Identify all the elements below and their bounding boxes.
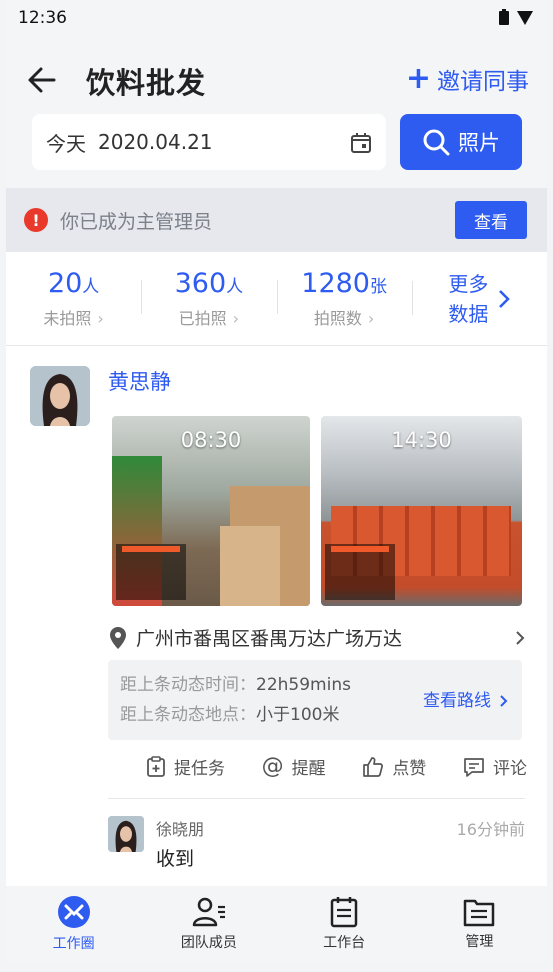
stat-not-photographed[interactable]: 20人 未拍照 › (6, 268, 141, 329)
chevron-right-icon: › (367, 309, 375, 328)
divider (108, 798, 525, 799)
at-icon: @ (261, 754, 284, 779)
post-location[interactable]: 广州市番禺区番禺万达广场万达 (110, 624, 525, 651)
invite-colleague-button[interactable]: + 邀请同事 (406, 62, 529, 96)
like-icon (363, 756, 384, 777)
poster-name[interactable]: 黄思静 (108, 366, 171, 396)
back-button[interactable] (24, 62, 60, 98)
chevron-right-icon (516, 630, 525, 645)
avatar[interactable] (30, 366, 90, 426)
page-title: 饮料批发 (86, 66, 207, 100)
remind-button[interactable]: @ 提醒 (262, 754, 326, 779)
view-route-link[interactable]: 查看路线 (423, 686, 508, 716)
photo-search-button[interactable]: 照片 (400, 114, 522, 170)
stat-photographed[interactable]: 360人 已拍照 › (141, 268, 276, 329)
bottom-tab-bar: 工作圈 团队成员 工作台 管理 (6, 886, 547, 962)
manage-icon (464, 899, 495, 927)
like-button[interactable]: 点赞 (362, 754, 426, 779)
search-icon (423, 129, 450, 156)
stats-row: 20人 未拍照 › 360人 已拍照 › 1280张 拍照数 › 更多 数据 (6, 252, 547, 346)
avatar-portrait (108, 816, 144, 852)
notice-view-button[interactable]: 查看 (455, 201, 527, 239)
status-icons (499, 9, 533, 25)
app-frame: 12:36 饮料批发 + 邀请同事 今天 2020.04.21 照片 ! 你已成… (6, 0, 547, 962)
warning-icon: ! (24, 208, 48, 232)
post-photo[interactable]: 14:30 (321, 416, 522, 606)
more-data-link[interactable]: 更多 数据 (411, 269, 547, 329)
date-value: 2020.04.21 (98, 130, 213, 154)
stat-value: 360人 (174, 268, 244, 299)
notice-text: 你已成为主管理员 (60, 210, 213, 233)
invite-label: 邀请同事 (437, 69, 529, 95)
photo-time: 14:30 (391, 428, 452, 452)
location-pin-icon (110, 626, 126, 649)
back-arrow-icon (28, 67, 56, 93)
chevron-right-icon (499, 289, 511, 308)
stat-value: 20人 (47, 268, 100, 299)
more-data-line2: 数据 (448, 301, 489, 326)
status-bar: 12:36 (6, 0, 547, 36)
tab-workbench[interactable]: 工作台 (277, 886, 412, 962)
photo-time: 08:30 (180, 428, 242, 452)
location-text: 广州市番禺区番禺万达广场万达 (136, 628, 403, 650)
photo-button-label: 照片 (458, 131, 500, 155)
tab-work-circle[interactable]: 工作圈 (6, 886, 141, 962)
plus-icon: + (405, 61, 431, 96)
post-actions: 提任务 @ 提醒 点赞 评论 (146, 754, 527, 779)
comment-icon (464, 757, 484, 777)
stat-photo-count[interactable]: 1280张 拍照数 › (276, 268, 412, 329)
photo-watermark (116, 544, 186, 600)
team-icon (192, 897, 225, 927)
calendar-icon (351, 133, 371, 153)
date-prefix: 今天 (46, 131, 86, 156)
status-time: 12:36 (18, 8, 67, 28)
photo-watermark (325, 544, 395, 600)
workcircle-icon (57, 896, 90, 928)
battery-icon (499, 9, 509, 25)
chevron-right-icon: › (232, 309, 240, 328)
stat-label: 已拍照 › (178, 309, 240, 328)
stat-label: 未拍照 › (43, 309, 104, 328)
comment-avatar[interactable] (108, 816, 144, 852)
date-picker[interactable]: 今天 2020.04.21 (32, 114, 386, 170)
stat-label: 拍照数 › (313, 309, 375, 328)
signal-icon (517, 11, 533, 25)
chevron-right-icon: › (97, 309, 104, 328)
task-icon (147, 755, 165, 777)
avatar-portrait (30, 366, 90, 426)
movement-info: 距上条动态时间：22h59mins 距上条动态地点：小于100米 查看路线 (108, 660, 522, 740)
post-photo[interactable]: 08:30 (112, 416, 310, 606)
comment-author[interactable]: 徐晓朋 (156, 816, 204, 840)
comment-text: 收到 (156, 848, 195, 870)
feed-post: 黄思静 08:30 14:30 广州市番禺区番禺万达广场万达 距上条动态时间：2… (6, 346, 547, 884)
stat-value: 1280张 (301, 268, 387, 299)
chevron-right-icon (500, 695, 508, 707)
comment-time: 16分钟前 (456, 820, 525, 839)
admin-notice: ! 你已成为主管理员 查看 (6, 188, 547, 252)
workbench-icon (330, 897, 358, 928)
task-button[interactable]: 提任务 (146, 754, 225, 779)
comment-button[interactable]: 评论 (463, 754, 527, 779)
header: 饮料批发 + 邀请同事 今天 2020.04.21 照片 (6, 36, 547, 188)
more-data-line1: 更多 (448, 271, 489, 296)
tab-manage[interactable]: 管理 (412, 886, 547, 962)
tab-team-members[interactable]: 团队成员 (141, 886, 276, 962)
